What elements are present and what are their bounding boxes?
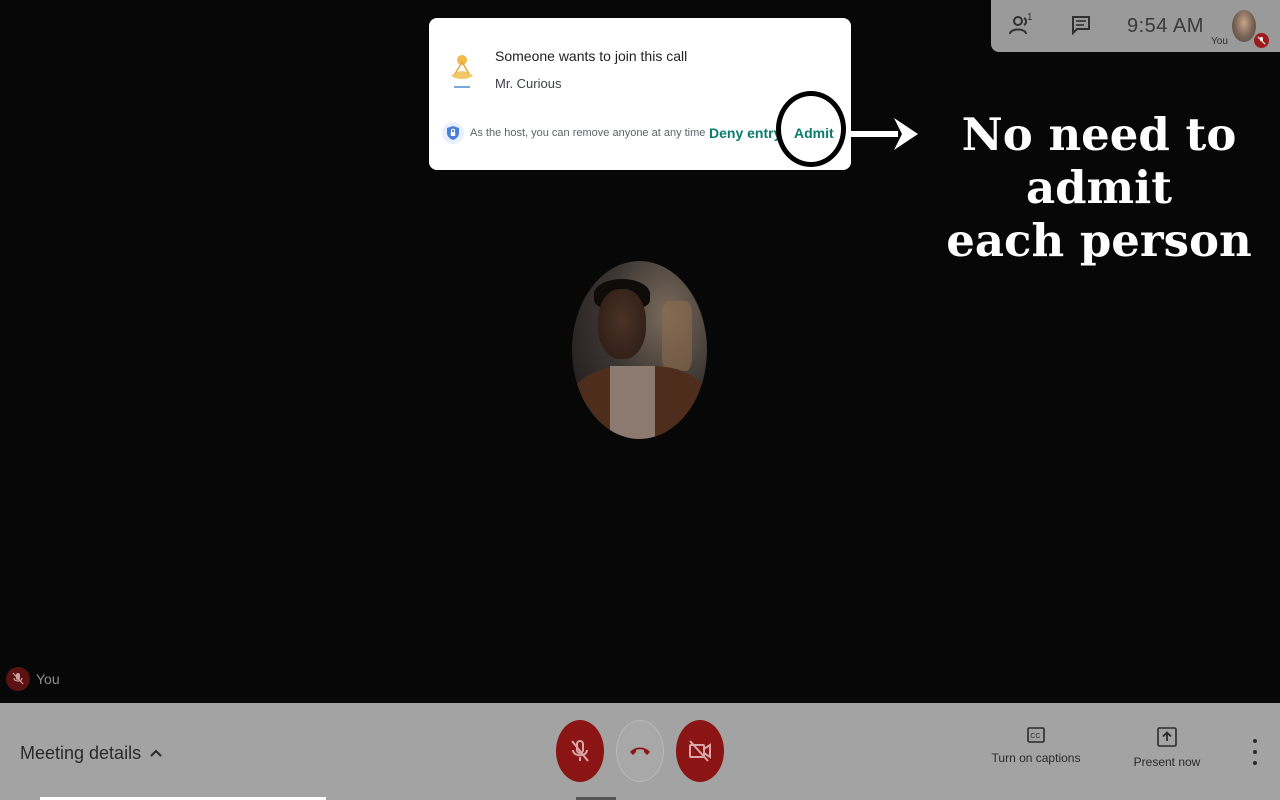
- participant-count: 1: [1027, 12, 1033, 23]
- shield-lock-icon: [442, 122, 464, 144]
- participant-face: [598, 289, 646, 359]
- background-light: [662, 301, 692, 371]
- chat-icon[interactable]: [1068, 12, 1094, 38]
- mic-toggle-button[interactable]: [556, 720, 604, 782]
- participant-video-circle: [572, 261, 707, 439]
- camera-toggle-button[interactable]: [676, 720, 724, 782]
- captions-label: Turn on captions: [991, 751, 1081, 765]
- meeting-details-button[interactable]: Meeting details: [20, 743, 163, 764]
- self-name: You: [36, 671, 60, 687]
- present-now-label: Present now: [1133, 755, 1201, 769]
- dot: [1253, 750, 1257, 754]
- more-vert-icon[interactable]: [1246, 739, 1264, 765]
- bottom-control-bar: Meeting details CC Turn on captions Pres…: [0, 703, 1280, 800]
- host-note: As the host, you can remove anyone at an…: [470, 127, 706, 139]
- arrow-right-icon: [850, 114, 920, 159]
- deny-entry-button[interactable]: Deny entry: [709, 125, 781, 141]
- clock: 9:54 AM: [1127, 15, 1204, 37]
- dot: [1253, 739, 1257, 743]
- svg-text:CC: CC: [1030, 733, 1040, 740]
- mic-off-icon: [571, 740, 589, 762]
- self-label: You: [1211, 36, 1228, 47]
- avatar[interactable]: [1232, 10, 1256, 42]
- mic-off-icon: [6, 667, 30, 691]
- chevron-up-icon: [149, 745, 163, 763]
- self-tile-label: You: [6, 667, 60, 691]
- dot: [1253, 761, 1257, 765]
- captions-button[interactable]: CC Turn on captions: [990, 727, 1082, 765]
- camera-off-icon: [689, 740, 711, 762]
- hangup-icon: [630, 747, 650, 755]
- dialog-title: Someone wants to join this call: [495, 48, 688, 64]
- callout-line-1: No need to admit: [961, 108, 1237, 214]
- guest-logo: [445, 48, 479, 94]
- top-info-bar: 1 9:54 AM You: [991, 0, 1280, 52]
- callout-line-2: each person: [946, 214, 1252, 267]
- present-now-button[interactable]: Present now: [1130, 727, 1204, 769]
- admit-highlight-ring: [776, 91, 846, 167]
- meeting-stage: 1 9:54 AM You Someone wants to join this…: [0, 0, 1280, 800]
- hangup-button[interactable]: [616, 720, 664, 782]
- cc-icon: CC: [1027, 727, 1045, 743]
- present-icon: [1157, 727, 1177, 747]
- meeting-details-label: Meeting details: [20, 743, 142, 763]
- guest-name: Mr. Curious: [495, 76, 562, 91]
- mic-off-icon: [1254, 33, 1269, 48]
- participant-shirt: [610, 366, 655, 439]
- annotation-callout: No need to admit each person: [918, 108, 1280, 267]
